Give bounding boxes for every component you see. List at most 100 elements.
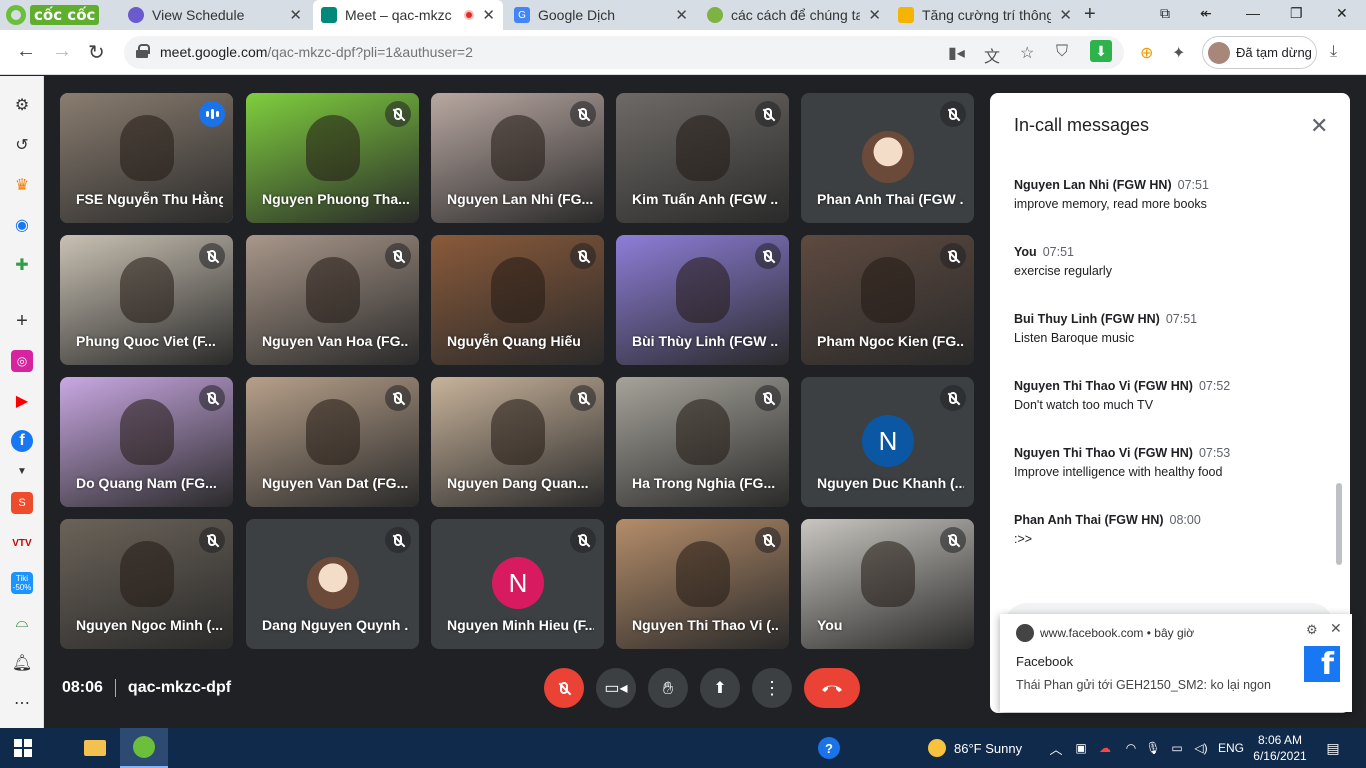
close-tab-icon[interactable]: ✕ [289,6,302,24]
browser-logo[interactable]: cốc cốc [6,4,100,26]
translate-icon[interactable]: 文 [984,43,1000,67]
download-icon[interactable]: ⬇ [1090,40,1112,62]
participant-tile[interactable]: Phung Quoc Viet (F... [60,235,233,365]
close-tab-icon[interactable]: ✕ [868,6,881,24]
meet-favicon-icon [321,7,337,23]
tab-meet[interactable]: Meet – qac-mkzc ✕ [313,0,503,30]
microphone-toggle-button[interactable] [544,668,584,708]
leave-call-button[interactable] [804,668,860,708]
tab-search-icon[interactable]: ⧉ [1160,5,1170,22]
meeting-details[interactable]: 08:06 qac-mkzc-dpf [62,679,231,697]
new-tab-button[interactable]: + [1084,3,1096,26]
youtube-icon[interactable]: ▶ [11,390,33,412]
action-center-icon[interactable]: ▤ [1322,728,1344,768]
downloads-icon[interactable]: ⤓ [1330,43,1337,61]
participant-tile[interactable]: Nguyen Dang Quan... [431,377,604,507]
address-bar[interactable]: meet.google.com/qac-mkzc-dpf?pli=1&authu… [124,36,1124,69]
chevron-up-icon[interactable]: ︿ [1048,728,1064,768]
participant-name: Nguyễn Quang Hiếu [447,333,581,349]
crown-icon[interactable]: ♛ [11,174,33,196]
back-button[interactable]: ← [16,40,36,63]
gear-icon[interactable]: ⚙ [11,94,33,116]
maximize-button[interactable]: ❐ [1290,5,1303,22]
message-sender: Nguyen Thi Thao Vi (FGW HN) [1014,379,1193,393]
vtv-icon[interactable]: VTV [11,532,33,554]
camera-toggle-button[interactable]: ▭◂ [596,668,636,708]
participant-tile[interactable]: Dang Nguyen Quynh ... [246,519,419,649]
raise-hand-button[interactable]: ✋︎ [648,668,688,708]
hat-icon[interactable]: ⌓ [11,612,33,634]
clock[interactable]: 8:06 AM 6/16/2021 [1240,732,1320,764]
participant-tile[interactable]: N Nguyen Minh Hieu (F... [431,519,604,649]
windows-start-icon[interactable] [0,728,46,768]
participant-tile[interactable]: You [801,519,974,649]
more-icon[interactable]: ⋯ [11,692,33,714]
gamepad-icon[interactable]: ✚ [11,254,33,276]
close-icon[interactable]: ✕ [1310,113,1328,139]
shopee-icon[interactable]: S [11,492,33,514]
close-tab-icon[interactable]: ✕ [1059,6,1072,24]
close-icon[interactable]: ✕ [1330,620,1342,637]
participant-tile[interactable]: Pham Ngoc Kien (FG... [801,235,974,365]
instagram-icon[interactable]: ◎ [11,350,33,372]
alert-icon[interactable]: ⊕ [1140,43,1153,63]
participant-tile[interactable]: Kim Tuấn Anh (FGW ... [616,93,789,223]
participant-tile[interactable]: Nguyen Thi Thao Vi (... [616,519,789,649]
forward-button[interactable]: → [52,40,72,63]
tab-article[interactable]: các cách để chúng ta ✕ [699,2,889,28]
help-icon[interactable]: ? [816,728,842,768]
gear-icon[interactable]: ⚙ [1306,622,1318,638]
participant-tile[interactable]: Bùi Thùy Linh (FGW ... [616,235,789,365]
tiki-icon[interactable]: Tiki -50% [11,572,33,594]
avatar [862,131,914,183]
weather-widget[interactable]: 86°F Sunny [928,728,1038,768]
star-icon[interactable]: ☆ [1020,43,1034,63]
tab-google-translate[interactable]: G Google Dịch ✕ [506,2,696,28]
profile-button[interactable]: Đã tạm dừng [1202,36,1317,69]
plus-icon[interactable]: + [11,310,33,332]
camera-icon[interactable]: ▮◂ [948,43,965,63]
chevron-down-icon[interactable]: ▼ [11,460,33,482]
battery-icon[interactable]: ▭ [1168,728,1186,768]
file-explorer-icon[interactable] [72,728,118,768]
facebook-icon[interactable]: f [11,430,33,452]
close-window-button[interactable]: ✕ [1336,5,1348,22]
participant-tile[interactable]: Do Quang Nam (FG... [60,377,233,507]
camera-icon[interactable]: ▣ [1072,728,1090,768]
close-tab-icon[interactable]: ✕ [675,6,688,24]
participant-tile[interactable]: Ha Trong Nghia (FG... [616,377,789,507]
url-text[interactable]: meet.google.com/qac-mkzc-dpf?pli=1&authu… [160,44,473,60]
participant-tile[interactable]: Phan Anh Thai (FGW ... [801,93,974,223]
history-icon[interactable]: ↺ [11,134,33,156]
participant-tile[interactable]: Nguyen Van Hoa (FG... [246,235,419,365]
extensions-icon[interactable]: ✦ [1172,43,1185,63]
bell-icon[interactable]: 🔔︎ [11,652,33,674]
participant-name: Nguyen Ngoc Minh (... [76,617,223,633]
tab-intelligence[interactable]: Tăng cường trí thông ✕ [890,2,1080,28]
present-now-button[interactable]: ⬆ [700,668,740,708]
network-error-icon[interactable]: ☁ [1096,728,1114,768]
close-tab-icon[interactable]: ✕ [482,6,495,24]
notification-toast[interactable]: www.facebook.com • bây giờ ⚙ ✕ Facebook … [1000,614,1352,712]
participant-tile[interactable]: Nguyễn Quang Hiếu [431,235,604,365]
tab-view-schedule[interactable]: View Schedule ✕ [120,2,310,28]
microphone-icon[interactable]: 🎙︎ [1144,728,1162,768]
participant-tile[interactable]: Nguyen Van Dat (FG... [246,377,419,507]
more-options-button[interactable]: ⋮ [752,668,792,708]
back-arrow-icon[interactable]: ↞ [1200,5,1212,22]
participant-tile[interactable]: FSE Nguyễn Thu Hằng [60,93,233,223]
shield-icon[interactable]: ⛉ [1056,43,1068,61]
participant-tile[interactable]: Nguyen Ngoc Minh (... [60,519,233,649]
person-silhouette [861,541,915,607]
coccoc-taskbar-icon[interactable] [120,728,168,768]
wifi-icon[interactable]: ◠ [1122,728,1140,768]
volume-icon[interactable]: ◁) [1192,728,1210,768]
messenger-icon[interactable]: ◉ [11,214,33,236]
participant-tile[interactable]: Nguyen Lan Nhi (FG... [431,93,604,223]
participant-tile[interactable]: Nguyen Phuong Tha... [246,93,419,223]
scrollbar[interactable] [1336,483,1342,565]
participant-tile[interactable]: N Nguyen Duc Khanh (... [801,377,974,507]
minimize-button[interactable]: — [1246,5,1260,21]
mic-muted-icon [570,101,596,127]
reload-button[interactable]: ↻ [88,40,105,65]
